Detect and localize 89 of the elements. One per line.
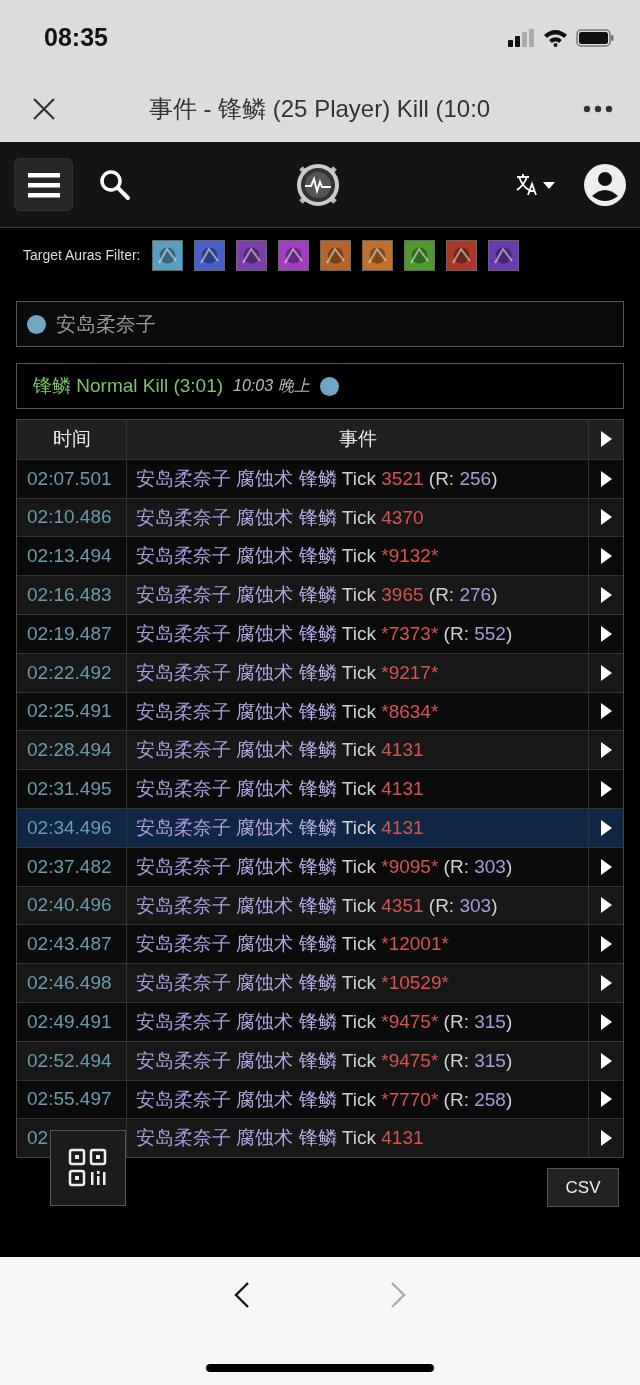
fight-time: 10:03 晚上 xyxy=(233,375,310,396)
table-row[interactable]: 02:25.491 安岛柔奈子 腐蚀术 锋鳞 Tick *8634* xyxy=(17,691,623,731)
play-icon xyxy=(600,625,612,642)
close-icon[interactable] xyxy=(32,96,56,121)
time-cell: 02:31.495 xyxy=(17,770,127,808)
play-icon xyxy=(600,587,612,604)
more-icon[interactable] xyxy=(583,104,613,113)
event-cell: 安岛柔奈子 腐蚀术 锋鳞 Tick 4131 xyxy=(127,1119,589,1158)
play-icon xyxy=(600,858,612,875)
aura-icon[interactable] xyxy=(487,239,519,271)
event-cell: 安岛柔奈子 腐蚀术 锋鳞 Tick *9475* (R: 315) xyxy=(127,1002,589,1041)
play-icon xyxy=(600,509,612,526)
play-icon xyxy=(600,548,612,565)
play-icon xyxy=(600,431,612,448)
table-row[interactable]: 02 安岛柔奈子 腐蚀术 锋鳞 Tick 4131 xyxy=(17,1118,623,1158)
table-row[interactable]: 02:34.496 安岛柔奈子 腐蚀术 锋鳞 Tick 4131 xyxy=(17,807,623,847)
wifi-icon xyxy=(543,28,568,47)
table-row[interactable]: 02:49.491 安岛柔奈子 腐蚀术 锋鳞 Tick *9475* (R: 315) xyxy=(17,1001,623,1041)
play-icon xyxy=(600,819,612,836)
event-cell: 安岛柔奈子 腐蚀术 锋鳞 Tick 3965 (R: 276) xyxy=(127,576,589,614)
filter-label: Target Auras Filter: xyxy=(23,247,141,263)
csv-button[interactable]: CSV xyxy=(547,1168,619,1208)
play-icon xyxy=(600,1091,612,1108)
table-row[interactable]: 02:46.498 安岛柔奈子 腐蚀术 锋鳞 Tick *10529* xyxy=(17,963,623,1002)
column-header: 事件 xyxy=(127,420,589,459)
time-cell: 02:16.483 xyxy=(17,576,127,614)
fight-title[interactable]: 锋鳞 Normal Kill (3:01) xyxy=(33,373,224,399)
table-row[interactable]: 02:13.494 安岛柔奈子 腐蚀术 锋鳞 Tick *9132* xyxy=(17,536,623,576)
event-cell: 安岛柔奈子 腐蚀术 锋鳞 Tick *9095* (R: 303) xyxy=(127,847,589,886)
play-icon xyxy=(600,1013,612,1030)
clock: 08:35 xyxy=(44,23,108,52)
play-icon xyxy=(600,975,612,992)
table-row[interactable]: 02:16.483 安岛柔奈子 腐蚀术 锋鳞 Tick 3965 (R: 276) xyxy=(17,575,623,614)
table-row[interactable]: 02:31.495 安岛柔奈子 腐蚀术 锋鳞 Tick 4131 xyxy=(17,769,623,808)
column-header: 时间 xyxy=(17,420,127,459)
signal-icon xyxy=(508,28,535,47)
qr-code-icon xyxy=(68,1148,108,1188)
event-cell: 安岛柔奈子 腐蚀术 锋鳞 Tick *10529* xyxy=(127,964,589,1002)
table-row[interactable]: 02:28.494 安岛柔奈子 腐蚀术 锋鳞 Tick 4131 xyxy=(17,730,623,770)
table-row[interactable]: 02:22.492 安岛柔奈子 腐蚀术 锋鳞 Tick *9217* xyxy=(17,652,623,692)
time-cell: 02:37.482 xyxy=(17,847,127,886)
qr-code-button[interactable] xyxy=(50,1130,126,1206)
aura-icon[interactable] xyxy=(193,239,225,271)
time-cell: 02:46.498 xyxy=(17,964,127,1002)
play-icon xyxy=(600,1052,612,1069)
battery-icon xyxy=(576,28,614,47)
table-row[interactable]: 02:19.487 安岛柔奈子 腐蚀术 锋鳞 Tick *7373* (R: 552) xyxy=(17,614,623,653)
table-row[interactable]: 02:37.482 安岛柔奈子 腐蚀术 锋鳞 Tick *9095* (R: 303) xyxy=(17,846,623,886)
aura-icon[interactable] xyxy=(277,239,309,271)
play-icon xyxy=(600,1130,612,1147)
menu-icon xyxy=(27,171,60,198)
play-icon xyxy=(600,470,612,487)
table-row[interactable]: 02:55.497 安岛柔奈子 腐蚀术 锋鳞 Tick *7770* (R: 258) xyxy=(17,1079,623,1119)
menu-button[interactable] xyxy=(14,158,73,211)
event-cell: 安岛柔奈子 腐蚀术 锋鳞 Tick *7373* (R: 552) xyxy=(127,615,589,653)
time-cell: 02:34.496 xyxy=(17,808,127,847)
time-cell: 02:49.491 xyxy=(17,1002,127,1041)
avatar-icon[interactable] xyxy=(584,163,626,206)
play-icon xyxy=(600,781,612,798)
translate-icon[interactable] xyxy=(516,172,556,197)
play-icon xyxy=(600,936,612,953)
event-cell: 安岛柔奈子 腐蚀术 锋鳞 Tick *9217* xyxy=(127,653,589,692)
time-cell: 02:52.494 xyxy=(17,1041,127,1080)
aura-icon[interactable] xyxy=(403,239,435,271)
event-cell: 安岛柔奈子 腐蚀术 锋鳞 Tick 4131 xyxy=(127,770,589,808)
time-cell: 02:22.492 xyxy=(17,653,127,692)
aura-icon[interactable] xyxy=(319,239,351,271)
play-icon xyxy=(600,664,612,681)
aura-icon[interactable] xyxy=(235,239,267,271)
event-cell: 安岛柔奈子 腐蚀术 锋鳞 Tick 3521 (R: 256) xyxy=(127,459,589,498)
table-row[interactable]: 02:10.486 安岛柔奈子 腐蚀术 锋鳞 Tick 4370 xyxy=(17,497,623,537)
aura-icon[interactable] xyxy=(445,239,477,271)
table-row[interactable]: 02:40.496 安岛柔奈子 腐蚀术 锋鳞 Tick 4351 (R: 303) xyxy=(17,885,623,925)
event-cell: 安岛柔奈子 腐蚀术 锋鳞 Tick 4131 xyxy=(127,808,589,847)
event-cell: 安岛柔奈子 腐蚀术 锋鳞 Tick *9475* (R: 315) xyxy=(127,1041,589,1080)
play-icon xyxy=(600,703,612,720)
table-row[interactable]: 02:07.501 安岛柔奈子 腐蚀术 锋鳞 Tick 3521 (R: 256) xyxy=(17,458,623,498)
back-icon[interactable] xyxy=(234,1281,250,1309)
aura-icon[interactable] xyxy=(361,239,393,271)
time-cell: 02:07.501 xyxy=(17,459,127,498)
play-icon xyxy=(600,897,612,914)
table-row[interactable]: 02:43.487 安岛柔奈子 腐蚀术 锋鳞 Tick *12001* xyxy=(17,924,623,964)
player-name: 安岛柔奈子 xyxy=(56,311,156,337)
table-row[interactable]: 02:52.494 安岛柔奈子 腐蚀术 锋鳞 Tick *9475* (R: 315) xyxy=(17,1040,623,1080)
aura-icon[interactable] xyxy=(151,239,183,271)
time-cell: 02:19.487 xyxy=(17,615,127,653)
play-icon xyxy=(600,742,612,759)
page-title: 事件 - 锋鳞 (25 Player) Kill (10:0 xyxy=(147,93,492,124)
search-icon[interactable] xyxy=(99,168,131,201)
